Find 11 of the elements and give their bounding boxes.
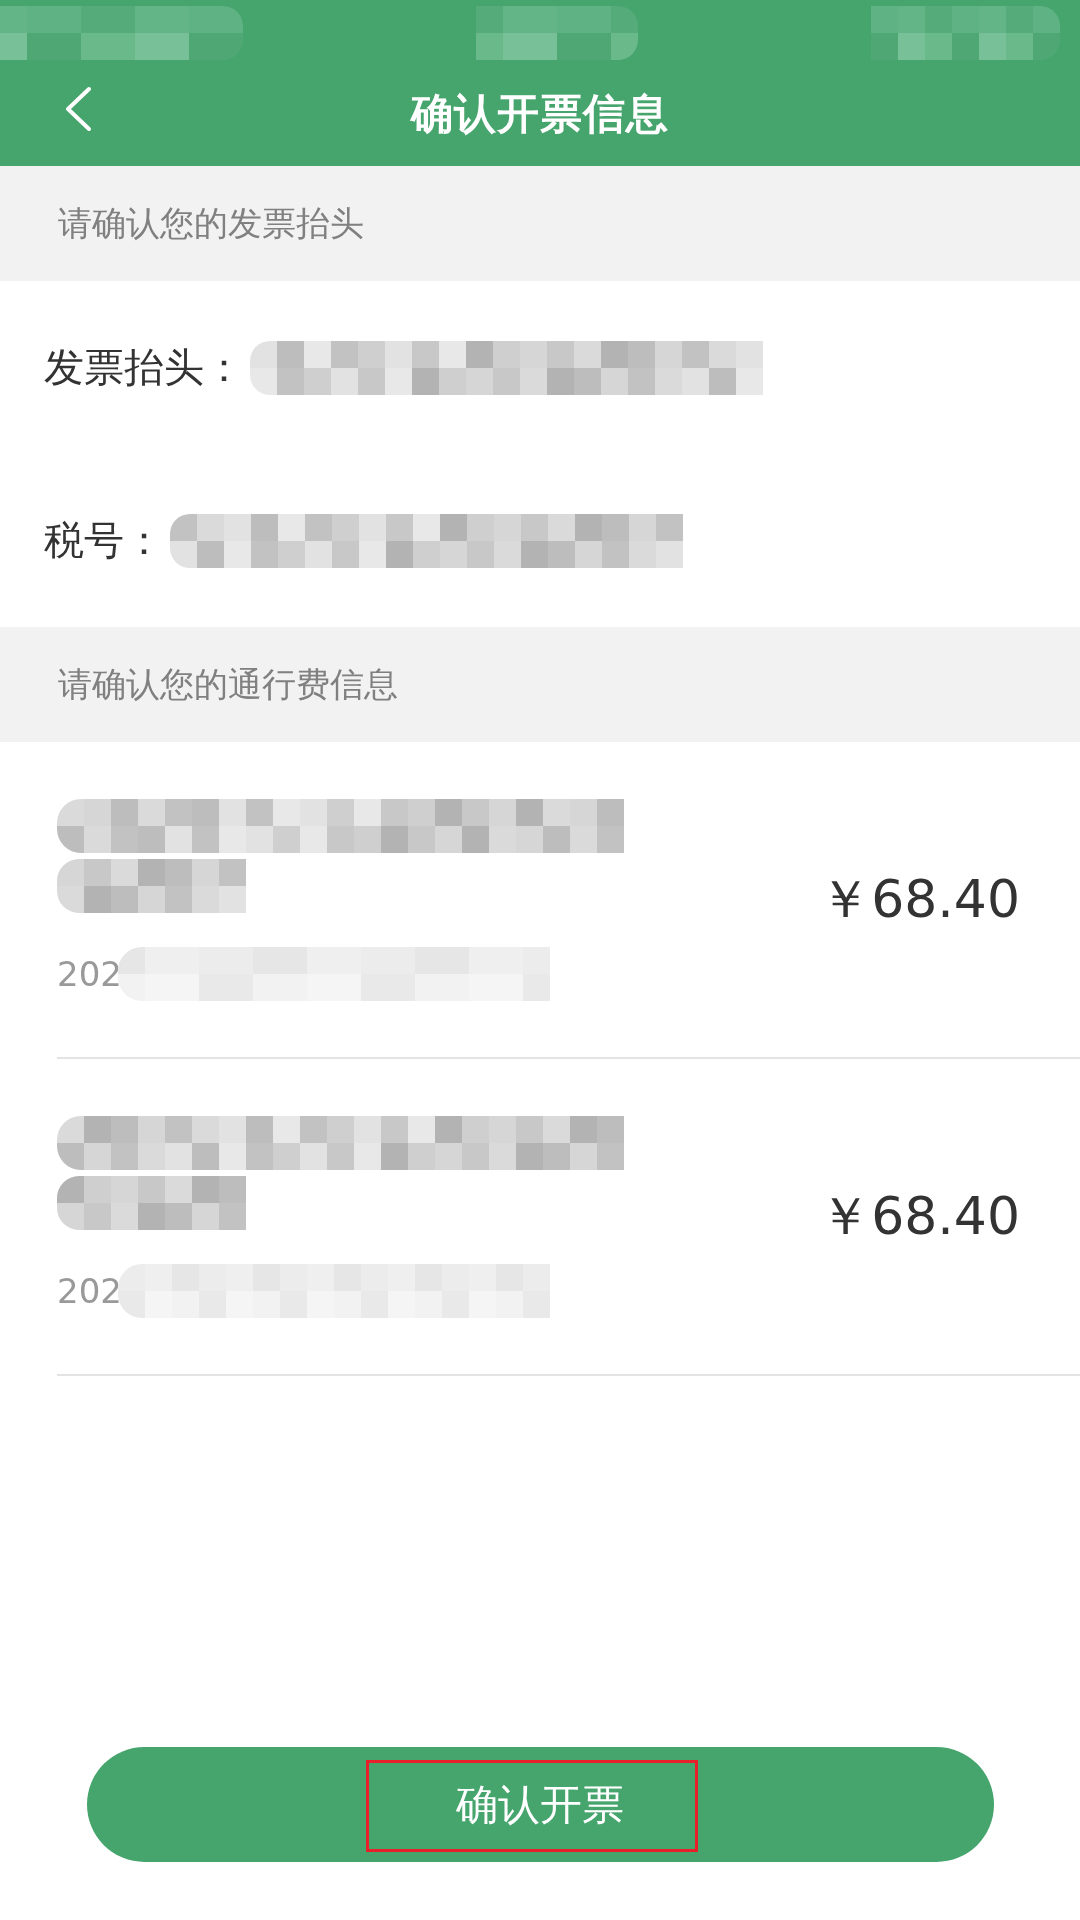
date-text: 202 (57, 953, 122, 994)
section-heading: 请确认您的通行费信息 (58, 662, 398, 706)
page-title: 确认开票信息 (411, 88, 669, 140)
date-text: 202 (57, 1270, 122, 1311)
section-heading: 请确认您的发票抬头 (58, 201, 364, 245)
field-label: 税号： (44, 516, 164, 565)
field-label: 发票抬头： (44, 343, 244, 392)
back-icon[interactable] (64, 86, 92, 132)
confirm-invoice-button[interactable]: 确认开票 (86, 1747, 994, 1862)
toll-amount: ￥68.40 (819, 1184, 1020, 1248)
toll-amount: ￥68.40 (819, 867, 1020, 931)
